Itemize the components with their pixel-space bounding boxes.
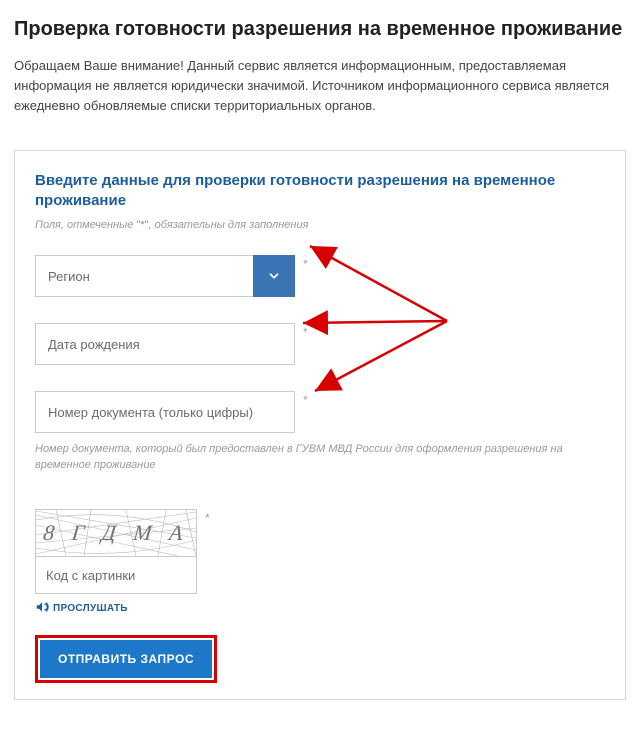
required-star: *: [303, 255, 308, 271]
required-hint: Поля, отмеченные "*", обязательны для за…: [35, 219, 605, 231]
submit-button[interactable]: ОТПРАВИТЬ ЗАПРОС: [40, 640, 212, 678]
sound-icon: [35, 600, 49, 617]
dob-placeholder: Дата рождения: [48, 337, 140, 352]
chevron-down-icon[interactable]: [253, 255, 295, 297]
region-select[interactable]: Регион: [35, 255, 295, 297]
required-star: *: [303, 391, 308, 407]
document-number-input[interactable]: Номер документа (только цифры): [35, 391, 295, 433]
required-star: *: [205, 509, 210, 525]
document-number-hint: Номер документа, который был предоставле…: [35, 441, 605, 473]
captcha-image: 8 Г Д М А: [35, 509, 197, 556]
captcha-input[interactable]: Код с картинки: [35, 556, 197, 594]
form-heading: Введите данные для проверки готовности р…: [35, 171, 605, 211]
captcha-listen-label: ПРОСЛУШАТЬ: [53, 603, 128, 614]
dob-input[interactable]: Дата рождения: [35, 323, 295, 365]
region-placeholder: Регион: [36, 269, 253, 284]
captcha-listen-link[interactable]: ПРОСЛУШАТЬ: [35, 600, 197, 617]
submit-highlight-box: ОТПРАВИТЬ ЗАПРОС: [35, 635, 217, 683]
required-hint-prefix: Поля, отмеченные: [35, 219, 136, 231]
required-hint-marker: "*": [136, 219, 148, 231]
captcha-input-placeholder: Код с картинки: [46, 568, 135, 583]
intro-text: Обращаем Ваше внимание! Данный сервис яв…: [14, 56, 626, 116]
document-number-placeholder: Номер документа (только цифры): [48, 405, 253, 420]
required-star: *: [303, 323, 308, 339]
required-hint-suffix: , обязательны для заполнения: [149, 219, 309, 231]
page-title: Проверка готовности разрешения на времен…: [14, 16, 626, 42]
form-panel: Введите данные для проверки готовности р…: [14, 150, 626, 700]
